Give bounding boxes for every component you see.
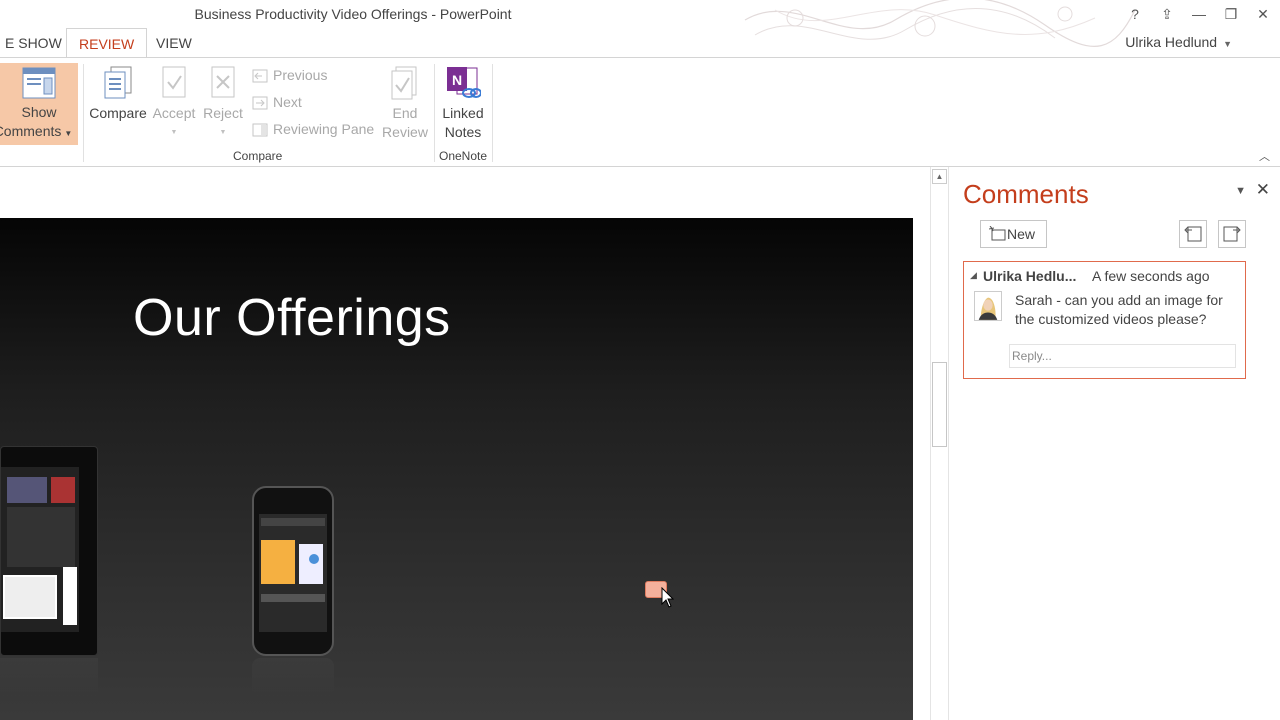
- group-label-onenote: OneNote: [439, 149, 488, 163]
- chevron-down-icon: ▼: [1223, 39, 1232, 49]
- end-review-label-line1: End: [392, 105, 418, 121]
- restore-icon[interactable]: ❐: [1221, 4, 1241, 24]
- compare-button[interactable]: Compare: [86, 66, 150, 123]
- show-comments-button[interactable]: Show Comments ▼: [0, 63, 78, 145]
- previous-icon: [252, 69, 268, 83]
- linked-notes-button[interactable]: N Linked Notes: [436, 66, 490, 142]
- slide-vertical-scrollbar[interactable]: ▲: [930, 167, 949, 720]
- slide-editing-area: Our Offerings: [0, 167, 930, 720]
- slide-title[interactable]: Our Offerings: [133, 288, 451, 348]
- end-review-button[interactable]: End Review: [378, 66, 432, 142]
- previous-button[interactable]: Previous: [252, 64, 327, 86]
- reviewing-pane-label: Reviewing Pane: [273, 121, 375, 137]
- comment-author: Ulrika Hedlu...: [983, 268, 1077, 284]
- previous-label: Previous: [273, 67, 328, 83]
- onenote-linked-notes-icon: N: [447, 67, 481, 98]
- accept-button[interactable]: Accept ▼: [150, 66, 198, 142]
- comments-pane-title: Comments: [963, 179, 1089, 209]
- scroll-thumb[interactable]: [932, 362, 947, 447]
- new-comment-button[interactable]: New: [980, 220, 1047, 248]
- chevron-down-icon: ▼: [170, 129, 178, 136]
- next-label: Next: [273, 94, 302, 110]
- review-ribbon: Show Comments ▼ Compare Accept ▼ Reject …: [0, 57, 1280, 167]
- tab-slide-show[interactable]: E SHOW: [0, 28, 74, 58]
- tab-review[interactable]: REVIEW: [66, 28, 148, 58]
- mouse-cursor-icon: [661, 587, 675, 608]
- show-comments-label-line2: Comments: [0, 123, 62, 139]
- help-icon[interactable]: ?: [1125, 4, 1145, 24]
- comment-text: Sarah - can you add an image for the cus…: [1015, 292, 1223, 327]
- tablet-reflection: [0, 658, 98, 698]
- scroll-up-arrow-icon[interactable]: ▲: [932, 169, 947, 184]
- phone-screen: [259, 514, 327, 632]
- reject-button[interactable]: Reject ▼: [200, 66, 246, 142]
- comment-author-avatar: [974, 291, 1002, 321]
- reviewing-pane-button[interactable]: Reviewing Pane: [252, 118, 374, 140]
- close-pane-icon[interactable]: ✕: [1256, 180, 1270, 200]
- collapse-thread-icon[interactable]: ◢: [970, 270, 977, 281]
- tab-view[interactable]: VIEW: [144, 28, 204, 58]
- previous-comment-icon: [1184, 226, 1202, 242]
- comments-pane: Comments ▼ ✕ New ◢ Ulrika Hedlu... A few…: [950, 167, 1280, 720]
- accept-label: Accept: [152, 105, 196, 121]
- compare-label: Compare: [89, 105, 147, 121]
- show-comments-icon: [22, 67, 56, 99]
- close-window-icon[interactable]: ✕: [1253, 4, 1273, 24]
- next-button[interactable]: Next: [252, 91, 302, 113]
- phone-image[interactable]: [252, 486, 334, 656]
- next-comment-button[interactable]: [1218, 220, 1246, 248]
- group-divider: [83, 64, 84, 162]
- comment-timestamp: A few seconds ago: [1092, 268, 1210, 284]
- phone-reflection: [252, 658, 334, 698]
- show-comments-label-line1: Show: [21, 104, 57, 120]
- title-bar: Business Productivity Video Offerings - …: [0, 0, 1280, 47]
- linked-notes-label-line2: Notes: [444, 124, 482, 140]
- ribbon-display-options-icon[interactable]: ⇪: [1157, 4, 1177, 24]
- powerpoint-window: Business Productivity Video Offerings - …: [0, 0, 1280, 720]
- compare-icon: [104, 66, 132, 99]
- chevron-down-icon: ▼: [64, 129, 73, 138]
- reject-label: Reject: [203, 105, 243, 121]
- user-name: Ulrika Hedlund: [1125, 34, 1218, 50]
- reviewing-pane-icon: [252, 123, 268, 137]
- previous-comment-button[interactable]: [1179, 220, 1207, 248]
- reply-input[interactable]: Reply...: [1009, 344, 1236, 368]
- group-divider: [434, 64, 435, 162]
- next-comment-icon: [1223, 226, 1241, 242]
- minimize-icon[interactable]: —: [1189, 4, 1209, 24]
- account-menu[interactable]: Ulrika Hedlund ▼: [1125, 34, 1232, 50]
- end-review-icon: [391, 66, 417, 100]
- accept-icon: [162, 66, 186, 98]
- linked-notes-label-line1: Linked: [442, 105, 484, 121]
- next-icon: [252, 96, 268, 110]
- ribbon-tabs: E SHOW REVIEW VIEW Ulrika Hedlund ▼: [0, 28, 1280, 86]
- chevron-down-icon: ▼: [219, 129, 227, 136]
- group-label-compare: Compare: [233, 149, 283, 163]
- end-review-label-line2: Review: [382, 124, 428, 140]
- window-title: Business Productivity Video Offerings - …: [194, 6, 512, 22]
- slide-canvas[interactable]: Our Offerings: [0, 218, 913, 720]
- new-comment-icon: [989, 226, 1006, 241]
- tablet-image[interactable]: [0, 446, 98, 656]
- comment-thread[interactable]: ◢ Ulrika Hedlu... A few seconds ago Sara…: [963, 261, 1246, 379]
- group-divider: [492, 64, 493, 162]
- tablet-screen: [1, 467, 79, 632]
- reject-icon: [211, 66, 235, 98]
- new-comment-label: New: [1007, 226, 1036, 242]
- pane-options-chevron-icon[interactable]: ▼: [1235, 185, 1246, 197]
- collapse-ribbon-icon[interactable]: ︿: [1259, 148, 1270, 164]
- svg-text:N: N: [452, 72, 462, 88]
